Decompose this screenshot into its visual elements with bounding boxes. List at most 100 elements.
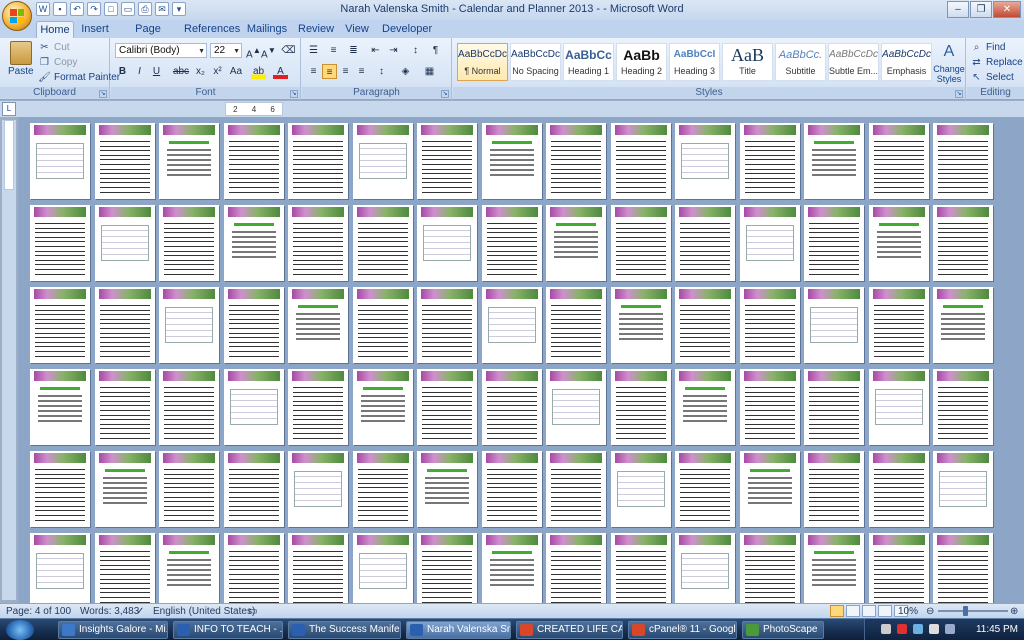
page-thumbnail[interactable] [352,205,413,281]
flag-icon[interactable] [945,624,955,634]
page-thumbnail[interactable] [481,287,542,363]
page-thumbnail[interactable] [868,533,929,603]
style-subtitle[interactable]: AaBbCc. Subtitle [775,43,826,81]
page-thumbnail[interactable] [546,287,606,363]
page-thumbnail[interactable] [417,123,477,199]
page-thumbnail[interactable] [804,287,864,363]
sort-icon[interactable]: ↕ [408,43,423,58]
style-title[interactable]: AaB Title [722,43,773,81]
network-icon[interactable] [913,624,923,634]
printer-icon[interactable] [881,624,891,634]
ruler-strip[interactable]: 2 4 6 [225,102,283,116]
page-thumbnail[interactable] [675,123,735,199]
page-thumbnail[interactable] [288,205,348,281]
page-thumbnail[interactable] [352,533,413,603]
page-thumbnail[interactable] [30,369,90,445]
office-button[interactable] [2,1,32,31]
close-button[interactable]: ✕ [993,1,1021,18]
shading-icon[interactable]: ◈ [398,64,413,79]
page-thumbnail[interactable] [868,369,929,445]
zoom-level[interactable]: 10% [898,606,918,617]
page-thumbnail[interactable] [288,369,348,445]
page-thumbnail[interactable] [417,205,477,281]
page-thumbnail[interactable] [933,451,993,527]
page-thumbnail[interactable] [933,123,993,199]
page-thumbnail[interactable] [352,369,413,445]
page-thumbnail[interactable] [739,123,800,199]
page-thumbnail[interactable] [546,369,606,445]
page-thumbnail[interactable] [352,287,413,363]
word-count[interactable]: Words: 3,483 [80,606,139,617]
superscript-button[interactable]: x² [210,64,225,79]
align-left-icon[interactable]: ≡ [306,64,321,79]
page-thumbnail[interactable] [933,205,993,281]
styles-launcher-icon[interactable]: ↘ [955,90,963,98]
page-thumbnail[interactable] [675,533,735,603]
page-thumbnail[interactable] [94,533,155,603]
page-thumbnail[interactable] [804,205,864,281]
bold-button[interactable]: B [115,64,130,79]
taskbar-item[interactable]: Narah Valenska Smi... [406,621,511,639]
tab-view[interactable]: View [342,21,372,38]
page-thumbnail[interactable] [159,533,219,603]
line-spacing-icon[interactable]: ↕ [374,64,389,79]
page-thumbnail[interactable] [94,451,155,527]
copy-button[interactable]: ❐ Copy [38,56,77,69]
taskbar-item[interactable]: Insights Galore - Mi... [58,621,168,639]
page-thumbnail[interactable] [933,287,993,363]
page-thumbnail[interactable] [610,369,671,445]
page-thumbnail[interactable] [30,533,90,603]
page-thumbnail[interactable] [159,205,219,281]
page-thumbnail[interactable] [868,287,929,363]
justify-icon[interactable]: ≡ [354,64,369,79]
zoom-slider[interactable] [938,610,1008,612]
change-styles-button[interactable]: A Change Styles [933,43,965,84]
page-thumbnail[interactable] [675,451,735,527]
document-canvas[interactable] [18,117,1024,603]
page-thumbnail[interactable] [546,123,606,199]
borders-icon[interactable]: ▦ [422,64,437,79]
page-thumbnail[interactable] [159,451,219,527]
macro-icon[interactable]: ▭ [248,606,257,617]
page-thumbnail[interactable] [610,205,671,281]
highlight-icon[interactable]: ab [251,64,266,79]
page-thumbnail[interactable] [610,123,671,199]
taskbar-item[interactable]: cPanel® 11 - Googl... [628,621,737,639]
print-layout-icon[interactable] [830,605,844,617]
select-button[interactable]: ↖ Select [970,71,1014,84]
font-size-combo[interactable]: 22 ▼ [210,43,242,58]
start-button[interactable] [6,620,34,640]
find-button[interactable]: ⌕ Find [970,41,1006,54]
page-thumbnail[interactable] [94,369,155,445]
page-thumbnail[interactable] [933,533,993,603]
page-thumbnail[interactable] [159,123,219,199]
increase-indent-icon[interactable]: ⇥ [386,43,401,58]
page-thumbnail[interactable] [94,123,155,199]
page-thumbnail[interactable] [352,451,413,527]
strikethrough-button[interactable]: abc [171,64,191,79]
page-thumbnail[interactable] [288,287,348,363]
replace-button[interactable]: ⇄ Replace [970,56,1022,69]
page-thumbnail[interactable] [481,123,542,199]
align-center-icon[interactable]: ≡ [322,64,337,79]
paragraph-launcher-icon[interactable]: ↘ [441,90,449,98]
page-thumbnail[interactable] [223,123,284,199]
format-painter-button[interactable]: 🖌 Format Painter [38,71,120,84]
taskbar-item[interactable]: INFO TO TEACH - ... [173,621,283,639]
page-thumbnail[interactable] [417,533,477,603]
zoom-in-icon[interactable]: ⊕ [1010,606,1018,617]
volume-icon[interactable] [929,624,939,634]
tab-selector-icon[interactable]: L [2,102,16,116]
page-thumbnail[interactable] [30,205,90,281]
page-thumbnail[interactable] [804,451,864,527]
page-thumbnail[interactable] [159,369,219,445]
page-thumbnail[interactable] [30,287,90,363]
page-thumbnail[interactable] [481,369,542,445]
page-thumbnail[interactable] [868,451,929,527]
full-screen-reading-icon[interactable] [846,605,860,617]
page-thumbnail[interactable] [868,205,929,281]
font-color-icon[interactable]: A [273,64,288,79]
page-thumbnail[interactable] [610,533,671,603]
page-thumbnail[interactable] [804,369,864,445]
change-case-button[interactable]: Aa [227,64,245,79]
